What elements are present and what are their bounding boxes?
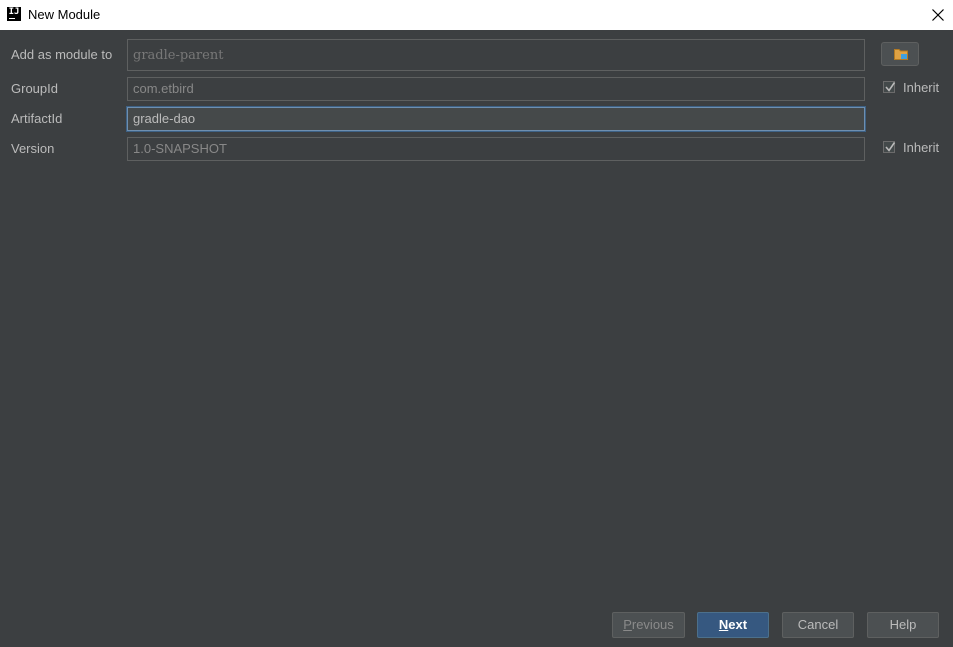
previous-mnemonic: P xyxy=(623,617,632,632)
folder-icon xyxy=(894,49,908,60)
window-title: New Module xyxy=(28,7,101,22)
app-icon-text: IJ xyxy=(8,7,20,17)
cancel-button[interactable]: Cancel xyxy=(782,612,854,638)
browse-button[interactable] xyxy=(881,42,919,66)
group-id-inherit-checkbox[interactable] xyxy=(883,81,896,93)
version-inherit-checkbox[interactable] xyxy=(883,141,896,153)
version-inherit-label: Inherit xyxy=(903,140,940,155)
previous-label: revious xyxy=(631,617,674,632)
artifact-id-label: ArtifactId xyxy=(11,111,63,126)
version-field[interactable]: 1.0-SNAPSHOT xyxy=(127,137,865,161)
next-button[interactable]: Next xyxy=(697,612,769,638)
next-label: ext xyxy=(728,617,748,632)
module-parent-label: Add as module to xyxy=(11,47,113,62)
close-icon xyxy=(932,9,944,21)
group-id-field[interactable]: com.etbird xyxy=(127,77,865,101)
help-button[interactable]: Help xyxy=(867,612,939,638)
group-id-inherit-label: Inherit xyxy=(903,80,940,95)
version-label: Version xyxy=(11,141,55,156)
group-id-label: GroupId xyxy=(11,81,58,96)
artifact-id-field[interactable]: gradle-dao xyxy=(127,107,865,131)
next-mnemonic: N xyxy=(718,617,729,632)
checkmark-icon xyxy=(885,142,896,152)
close-button[interactable] xyxy=(923,0,953,30)
checkmark-icon xyxy=(885,82,896,92)
module-parent-field[interactable]: gradle-parent xyxy=(127,39,865,71)
intellij-icon: IJ xyxy=(7,7,21,21)
title-bar: IJ New Module xyxy=(0,0,953,30)
previous-button[interactable]: Previous xyxy=(612,612,685,638)
